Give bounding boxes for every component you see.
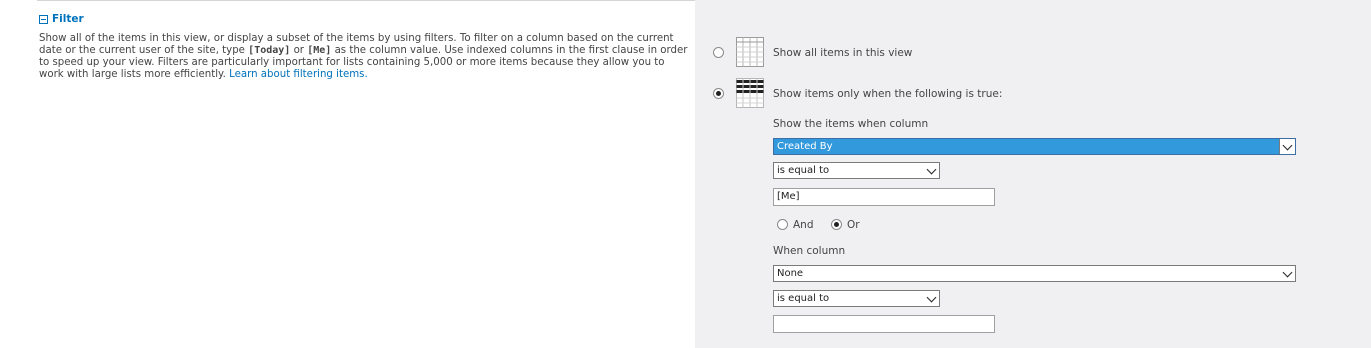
grid-all-items-icon <box>736 37 764 67</box>
and-label[interactable]: And <box>793 219 814 231</box>
section-title[interactable]: Filter <box>52 13 84 25</box>
clause2-operator-select[interactable]: is equal to <box>773 290 940 307</box>
description-text: or <box>290 45 308 56</box>
show-filtered-radio[interactable] <box>713 88 724 99</box>
clause1-column-value: Created By <box>777 141 833 152</box>
filter-description-pane: Filter Show all of the items in this vie… <box>0 0 695 348</box>
clause2-column-label: When column <box>773 245 846 257</box>
clause1-operator-select[interactable]: is equal to <box>773 162 940 179</box>
clause2-operator-value: is equal to <box>777 293 830 304</box>
clause1-value-input[interactable]: [Me] <box>773 188 995 206</box>
filter-section-header[interactable]: Filter <box>39 13 84 25</box>
chevron-down-icon[interactable] <box>924 163 939 178</box>
me-token: [Me] <box>307 45 332 56</box>
show-all-label[interactable]: Show all items in this view <box>773 47 912 59</box>
or-label[interactable]: Or <box>847 219 860 231</box>
or-radio[interactable] <box>831 219 842 230</box>
collapse-minus-icon[interactable] <box>39 14 48 24</box>
show-filtered-label[interactable]: Show items only when the following is tr… <box>773 88 1002 100</box>
clause1-value-text: [Me] <box>777 191 800 202</box>
chevron-down-icon[interactable] <box>1279 139 1295 154</box>
show-all-radio[interactable] <box>713 47 724 58</box>
clause1-operator-value: is equal to <box>777 165 830 176</box>
chevron-down-icon[interactable] <box>1280 266 1295 281</box>
filter-description: Show all of the items in this view, or d… <box>39 33 689 81</box>
chevron-down-icon[interactable] <box>924 291 939 306</box>
and-radio[interactable] <box>777 219 788 230</box>
clause1-column-select[interactable]: Created By <box>773 138 1296 155</box>
clause1-column-label: Show the items when column <box>773 118 929 130</box>
divider <box>37 0 695 1</box>
learn-filtering-link[interactable]: Learn about filtering items. <box>229 69 368 80</box>
clause2-column-value: None <box>777 268 804 279</box>
filter-settings-pane: Show all items in this view Show items o… <box>695 0 1371 348</box>
clause2-column-select[interactable]: None <box>773 265 1296 282</box>
today-token: [Today] <box>248 45 291 56</box>
clause2-value-input[interactable] <box>773 315 995 333</box>
grid-filtered-items-icon <box>736 78 764 108</box>
